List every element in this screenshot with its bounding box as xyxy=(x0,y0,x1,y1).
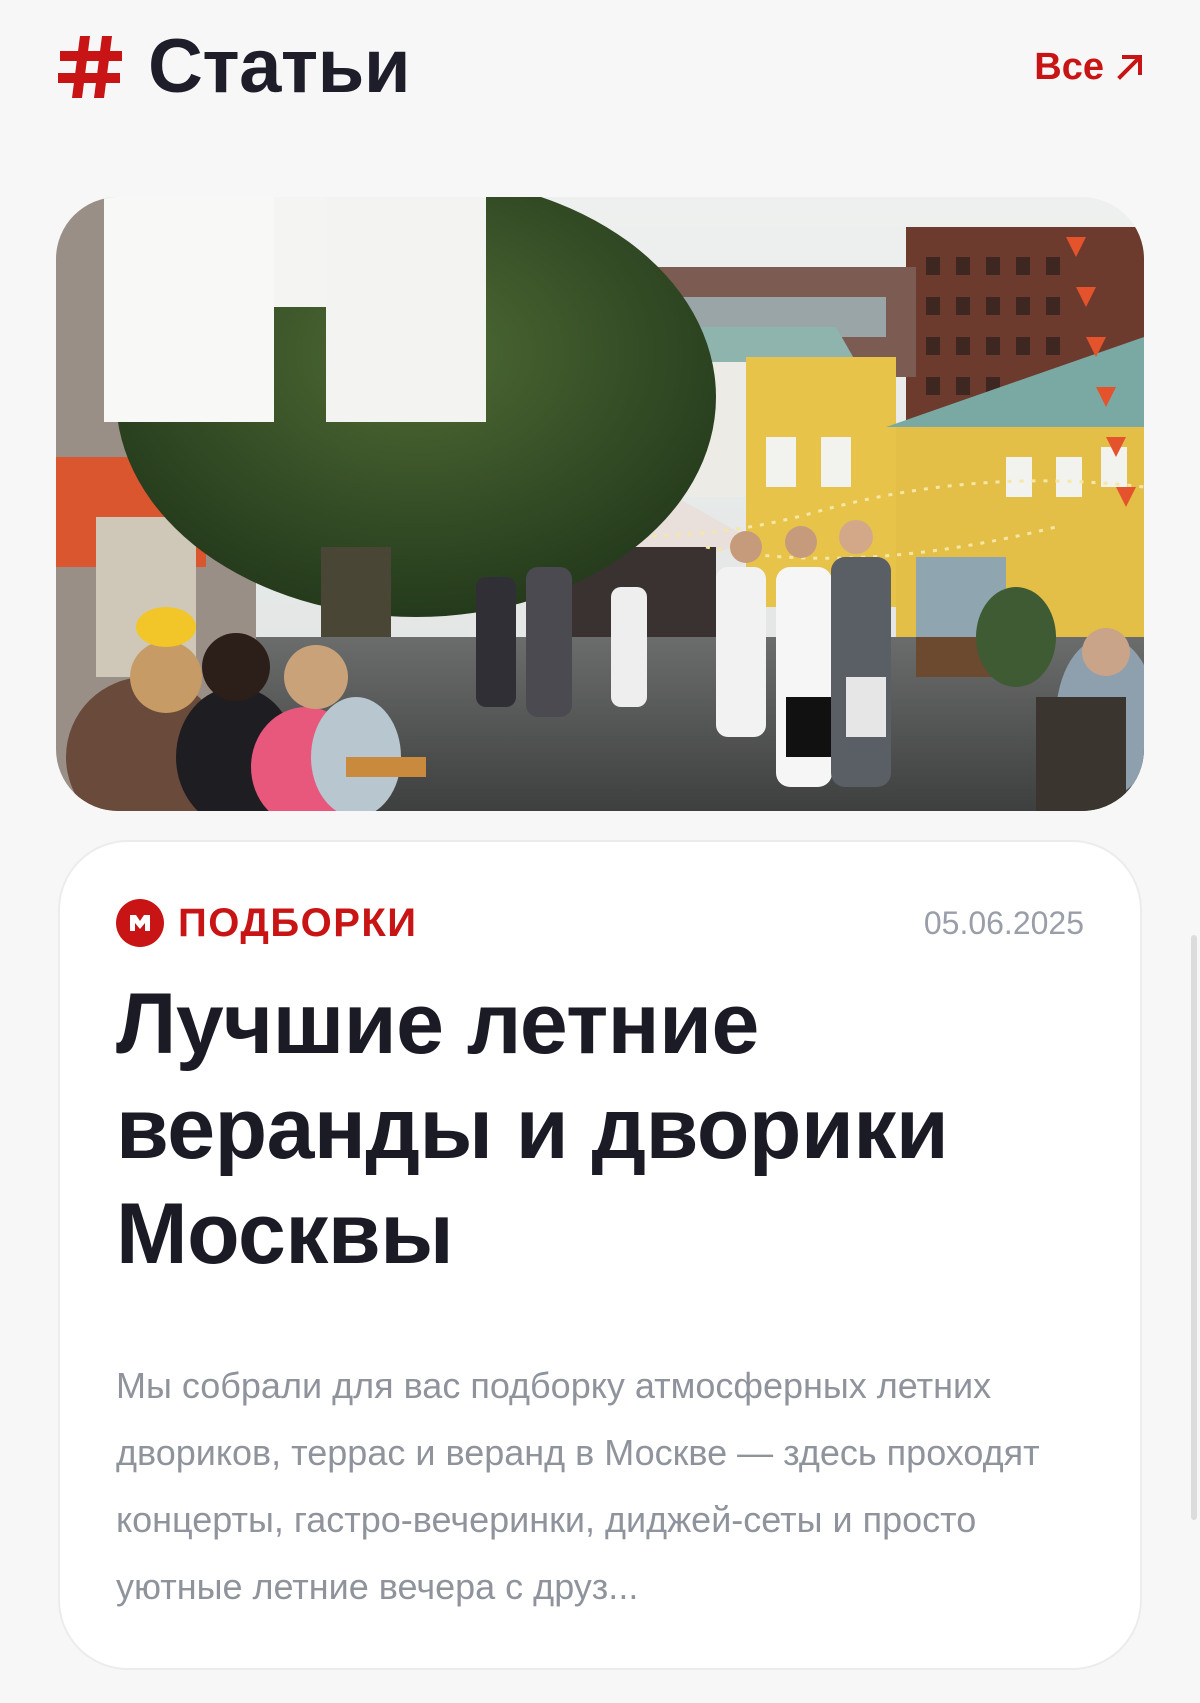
category-label: ПОДБОРКИ xyxy=(178,900,418,945)
page-title: Статьи xyxy=(148,24,411,109)
article-title[interactable]: Лучшие летние веранды и дворики Москвы xyxy=(116,972,1084,1287)
article-category[interactable]: ПОДБОРКИ xyxy=(116,899,418,947)
article-image[interactable] xyxy=(56,197,1144,811)
article-excerpt: Мы собрали для вас подборку атмосферных … xyxy=(116,1365,1040,1607)
hash-icon xyxy=(58,36,122,98)
see-all-link[interactable]: Все xyxy=(1034,46,1146,89)
article-card[interactable]: ПОДБОРКИ 05.06.2025 Лучшие летние веранд… xyxy=(58,840,1142,1670)
scrollbar[interactable] xyxy=(1191,935,1197,1520)
see-all-label: Все xyxy=(1034,45,1104,88)
section-title-group: Статьи xyxy=(56,24,411,109)
arrow-up-right-icon xyxy=(1117,55,1142,80)
articles-page: Статьи Все ПОДБОРКИ 05.06.2025 Лучшие ле… xyxy=(0,0,1200,1703)
article-date: 05.06.2025 xyxy=(923,904,1084,941)
section-header: Статьи Все xyxy=(56,22,1150,112)
category-logo-icon xyxy=(116,899,164,947)
courtyard-photo xyxy=(56,197,1144,811)
article-meta: ПОДБОРКИ 05.06.2025 xyxy=(116,898,1084,948)
